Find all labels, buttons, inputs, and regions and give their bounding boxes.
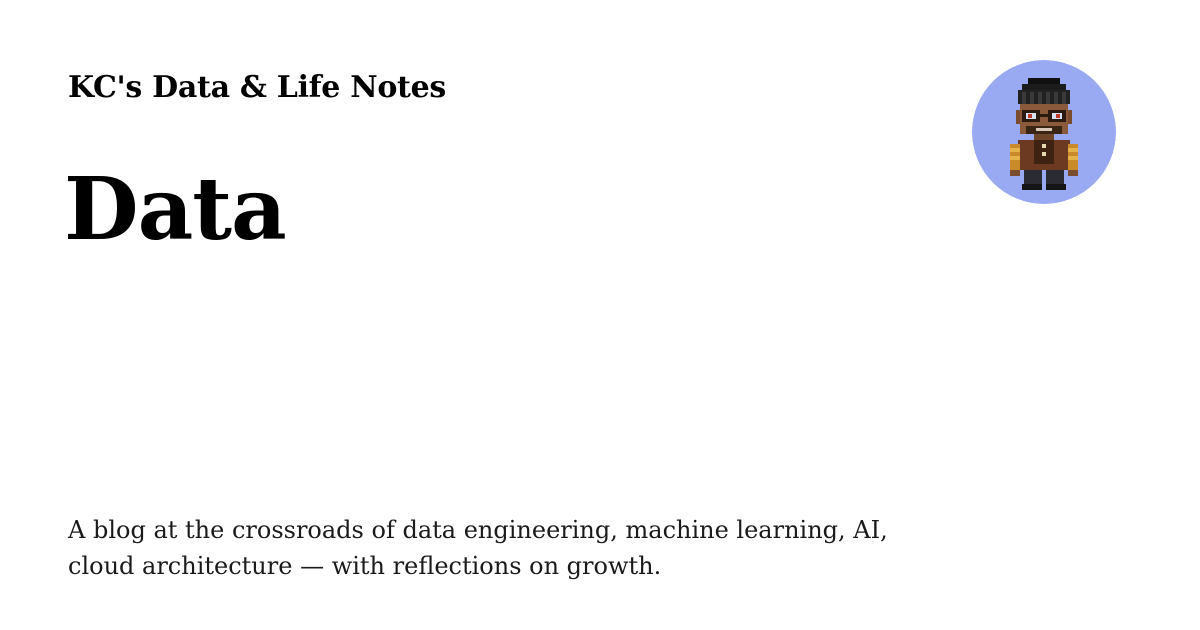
page-title: Data <box>64 159 287 260</box>
pixel-character-avatar-icon <box>972 60 1116 204</box>
og-card: KC's Data & Life Notes Data A blog at th… <box>0 0 1200 630</box>
avatar <box>972 60 1116 204</box>
page-description: A blog at the crossroads of data enginee… <box>68 516 888 580</box>
site-name: KC's Data & Life Notes <box>68 70 446 105</box>
